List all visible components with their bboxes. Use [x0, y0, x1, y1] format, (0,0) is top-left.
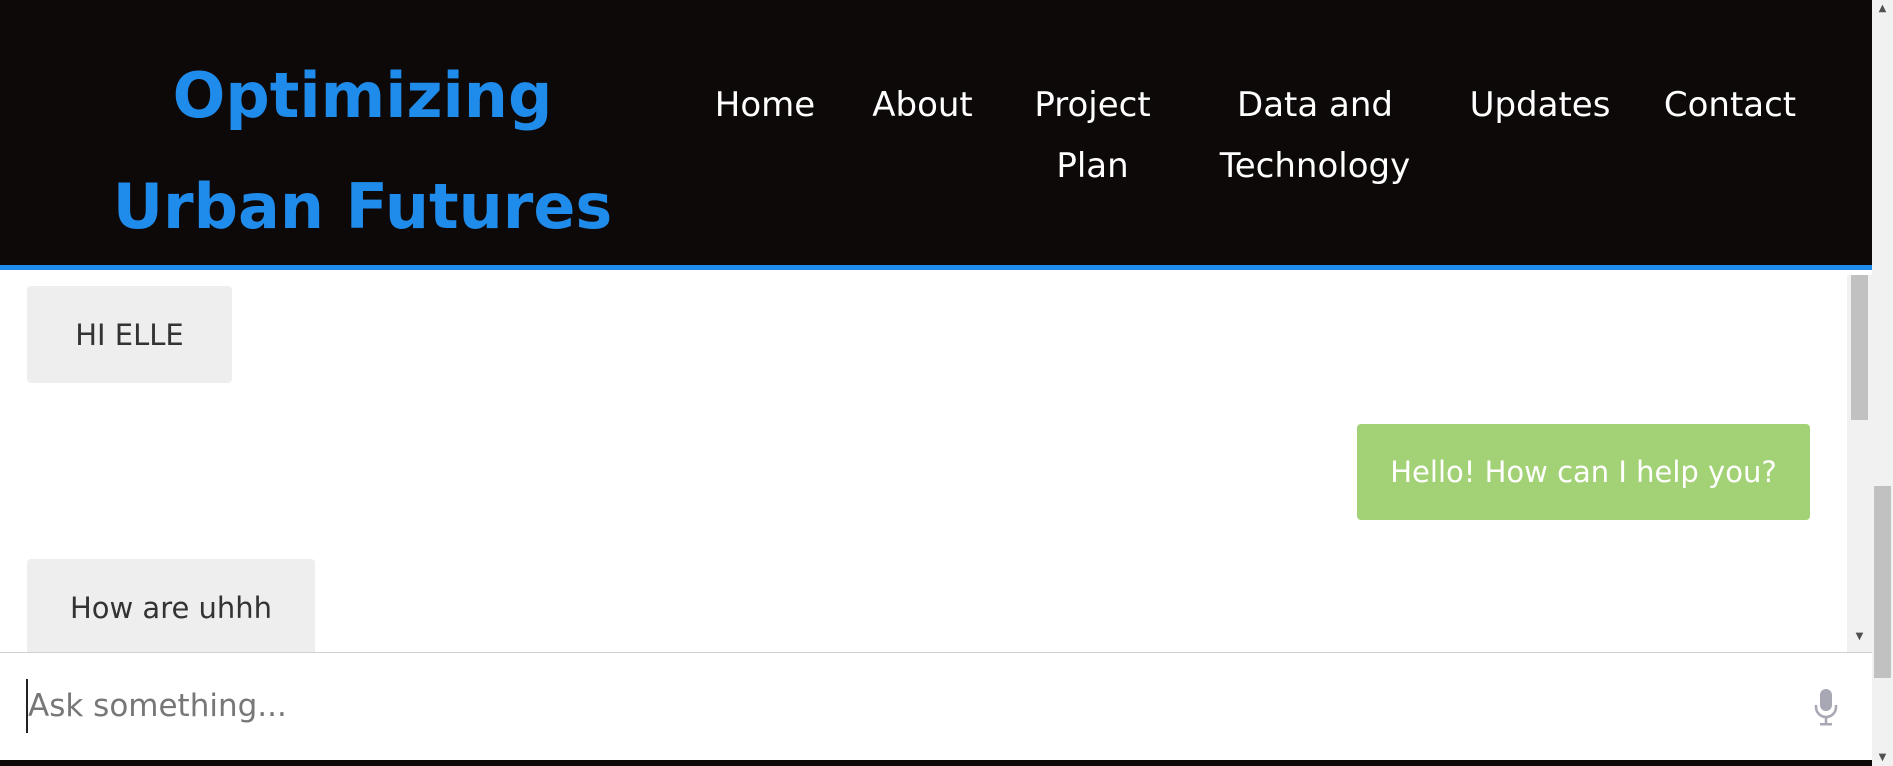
nav-about[interactable]: About — [860, 75, 985, 136]
page-scroll-up-icon[interactable]: ▲ — [1872, 0, 1893, 17]
microphone-icon[interactable] — [1812, 687, 1840, 727]
chat-message-user: How are uhhh — [27, 559, 315, 652]
nav-project-plan[interactable]: Project Plan — [1020, 75, 1165, 197]
page-scroll-down-icon[interactable]: ▼ — [1872, 749, 1893, 766]
chat-scroll-down-icon[interactable]: ▼ — [1851, 628, 1868, 645]
site-header: Optimizing Urban Futures Home About Proj… — [0, 0, 1872, 270]
nav-updates[interactable]: Updates — [1460, 75, 1620, 136]
chat-input-bar — [0, 652, 1872, 760]
page-scrollbar-thumb[interactable] — [1874, 486, 1891, 678]
nav-contact[interactable]: Contact — [1650, 75, 1810, 136]
chat-input[interactable] — [26, 679, 1778, 733]
chat-message-bot: Hello! How can I help you? — [1357, 424, 1810, 520]
site-title[interactable]: Optimizing Urban Futures — [90, 40, 635, 262]
chat-scrollbar[interactable]: ▼ — [1847, 275, 1872, 652]
chat-scrollbar-thumb[interactable] — [1851, 275, 1868, 420]
page-scrollbar[interactable]: ▲ ▼ — [1872, 0, 1893, 766]
chat-message-user: HI ELLE — [27, 286, 232, 383]
bottom-strip — [0, 760, 1872, 766]
chat-messages: HI ELLE Hello! How can I help you? How a… — [0, 275, 1847, 652]
nav-data-and-technology[interactable]: Data and Technology — [1200, 75, 1430, 197]
nav-home[interactable]: Home — [700, 75, 830, 136]
